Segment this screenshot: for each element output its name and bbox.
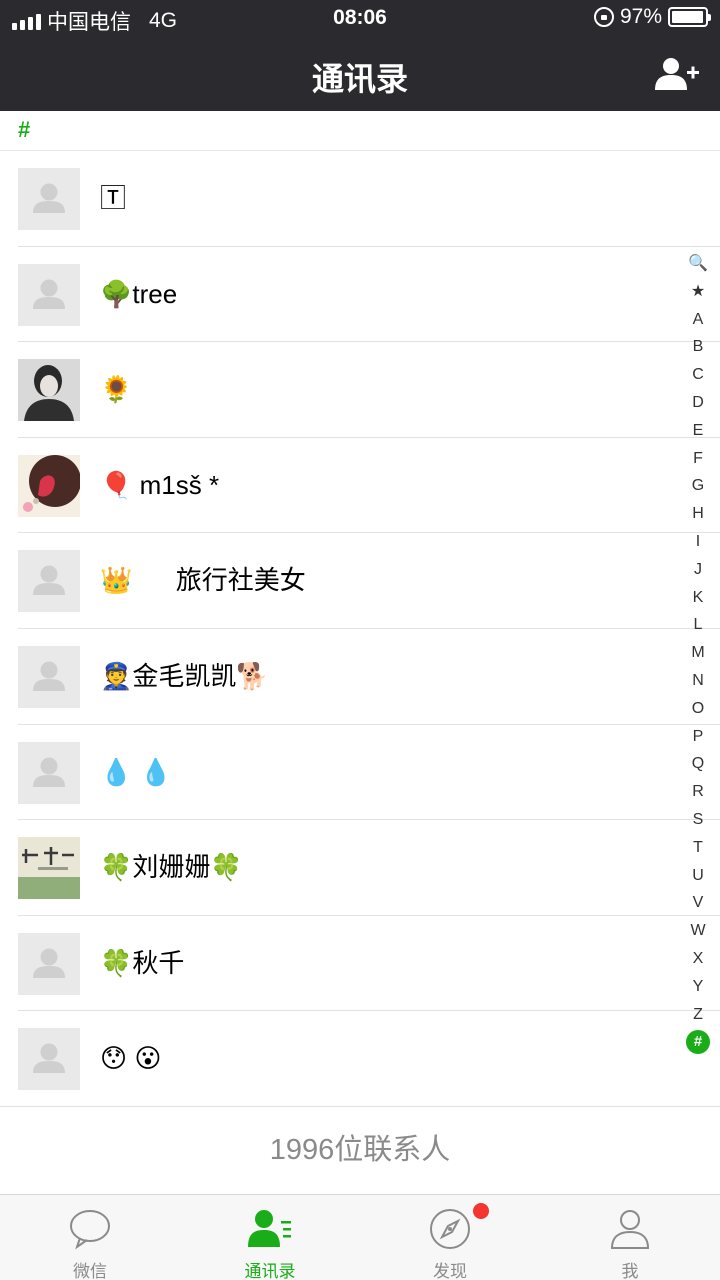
index-letter[interactable]: F xyxy=(676,445,720,473)
contact-name: 😯 😮 xyxy=(100,1043,162,1074)
tab-label: 我 xyxy=(621,1262,639,1280)
default-avatar xyxy=(18,263,80,326)
default-avatar xyxy=(18,932,80,995)
index-letter[interactable]: L xyxy=(676,611,720,639)
contact-name: 👮金毛凯凯🐕 xyxy=(100,660,269,691)
person-icon xyxy=(610,1210,650,1249)
tab-label: 通讯录 xyxy=(244,1262,296,1280)
contact-name: 🅃 xyxy=(100,183,127,213)
status-right: 97% xyxy=(593,5,711,29)
contact-name: 🌳tree xyxy=(100,278,178,309)
add-contact-button[interactable] xyxy=(654,56,700,92)
index-letter-active[interactable]: # xyxy=(686,1030,710,1055)
index-letter[interactable]: E xyxy=(676,417,720,445)
contact-name: 🍀秋千 xyxy=(100,947,185,978)
contact-row[interactable]: 💧 💧 xyxy=(0,725,720,821)
alphabet-index[interactable]: 🔍 ★ A B C D E F G H I J K L M N O P Q R S T U V W X Y Z # xyxy=(676,250,720,1055)
compass-icon xyxy=(430,1209,470,1249)
chat-bubble-icon xyxy=(70,1210,110,1250)
rotation-lock-icon xyxy=(593,7,614,27)
index-letter[interactable]: X xyxy=(676,945,720,973)
index-letter[interactable]: M xyxy=(676,639,720,667)
contact-name: 🍀刘姗姗🍀 xyxy=(100,852,243,883)
index-letter[interactable]: H xyxy=(676,500,720,528)
avatar xyxy=(18,359,80,422)
contact-count: 1996位联系人 xyxy=(0,1107,720,1194)
index-letter[interactable]: W xyxy=(676,917,720,945)
contact-row[interactable]: 🌻 xyxy=(0,342,720,438)
contact-name: 🎈 m1sš * xyxy=(100,469,220,500)
top-bar: 中国电信 4G 08:06 97% 通讯录 xyxy=(0,0,720,111)
index-letter[interactable]: R xyxy=(676,778,720,806)
notification-dot xyxy=(473,1203,489,1219)
contacts-screen: 中国电信 4G 08:06 97% 通讯录 # 🅃 🌳tree 🌻 🎈 m1sš * 👑… xyxy=(0,0,720,1280)
contact-row[interactable]: 👑 旅行社美女 xyxy=(0,533,720,629)
contact-name: 🌻 xyxy=(100,374,133,405)
index-letter[interactable]: C xyxy=(676,361,720,389)
default-avatar xyxy=(18,168,80,230)
battery-percent: 97% xyxy=(619,5,662,28)
tab-discover[interactable]: 发现 xyxy=(360,1195,540,1280)
tab-contacts[interactable]: 通讯录 xyxy=(180,1195,360,1280)
index-letter[interactable]: S xyxy=(676,806,720,834)
index-star-icon[interactable]: ★ xyxy=(676,278,720,306)
index-letter[interactable]: A xyxy=(676,306,720,334)
section-letter: # xyxy=(18,117,31,142)
tab-chats[interactable]: 微信 xyxy=(0,1195,180,1280)
battery-icon xyxy=(668,7,711,27)
index-letter[interactable]: J xyxy=(676,556,720,584)
tab-bar: 微信 通讯录 发现 我 xyxy=(0,1194,720,1280)
avatar xyxy=(18,454,80,517)
index-letter[interactable]: I xyxy=(676,528,720,556)
index-letter[interactable]: V xyxy=(676,889,720,917)
index-letter[interactable]: O xyxy=(676,695,720,723)
avatar xyxy=(18,837,80,900)
index-letter[interactable]: B xyxy=(676,333,720,361)
index-search-icon[interactable]: 🔍 xyxy=(676,250,720,278)
index-letter[interactable]: T xyxy=(676,834,720,862)
add-contact-icon xyxy=(655,58,699,90)
index-letter[interactable]: Z xyxy=(676,1001,720,1029)
contact-row[interactable]: 🍀刘姗姗🍀 xyxy=(0,820,720,916)
default-avatar xyxy=(18,645,80,708)
index-letter[interactable]: P xyxy=(676,723,720,751)
status-bar: 中国电信 4G 08:06 97% xyxy=(0,0,720,38)
index-letter[interactable]: Y xyxy=(676,973,720,1001)
battery-fill xyxy=(672,11,704,23)
page-title: 通讯录 xyxy=(311,61,408,97)
contact-row[interactable]: 👮金毛凯凯🐕 xyxy=(0,629,720,725)
contact-row[interactable]: 🌳tree xyxy=(0,247,720,343)
contact-row[interactable]: 🅃 xyxy=(0,151,720,247)
contacts-icon xyxy=(248,1210,291,1247)
contact-name: 💧 💧 xyxy=(100,756,172,787)
contact-list: 🅃 🌳tree 🌻 🎈 m1sš * 👑 旅行社美女 👮金毛凯凯🐕 💧 💧 🍀刘姗姗🍀 🍀秋千 😯… xyxy=(0,151,720,1107)
default-avatar xyxy=(18,1028,80,1091)
contact-row[interactable]: 🎈 m1sš * xyxy=(0,438,720,534)
index-letter[interactable]: Q xyxy=(676,750,720,778)
index-letter[interactable]: U xyxy=(676,862,720,890)
contact-row[interactable]: 🍀秋千 xyxy=(0,916,720,1012)
contact-row[interactable]: 😯 😮 xyxy=(0,1011,720,1107)
default-avatar xyxy=(18,741,80,804)
default-avatar xyxy=(18,550,80,613)
tab-me[interactable]: 我 xyxy=(540,1195,720,1280)
tab-label: 发现 xyxy=(433,1262,467,1280)
section-header: # xyxy=(0,111,720,151)
tab-label: 微信 xyxy=(73,1262,107,1280)
index-letter[interactable]: D xyxy=(676,389,720,417)
index-letter[interactable]: G xyxy=(676,472,720,500)
index-letter[interactable]: K xyxy=(676,584,720,612)
contact-name: 👑 旅行社美女 xyxy=(100,565,306,596)
index-letter[interactable]: N xyxy=(676,667,720,695)
